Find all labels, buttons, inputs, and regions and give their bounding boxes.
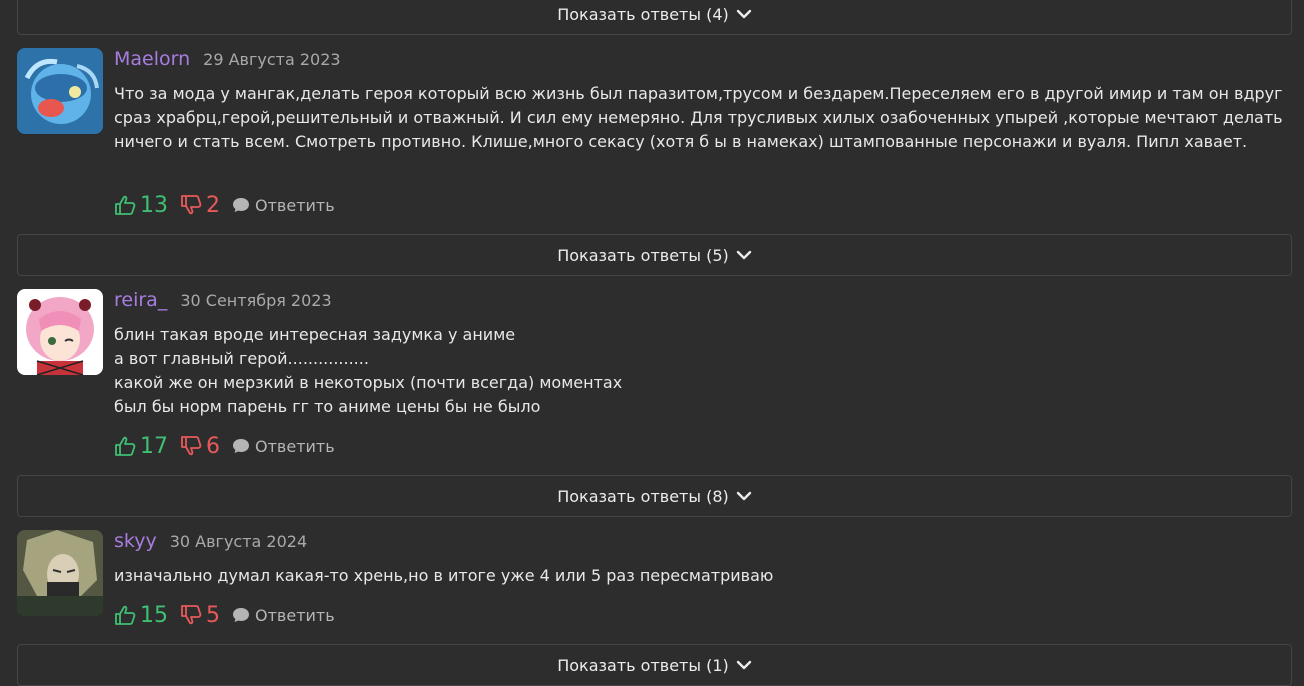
- show-replies-label: Показать ответы (5): [557, 245, 729, 265]
- show-replies-button[interactable]: Показать ответы (8): [17, 475, 1292, 517]
- username[interactable]: reira_: [114, 289, 167, 311]
- username[interactable]: skyy: [114, 530, 157, 552]
- speech-bubble-icon: [233, 198, 249, 212]
- show-replies-label: Показать ответы (4): [557, 4, 729, 24]
- show-replies-label: Показать ответы (8): [557, 486, 729, 506]
- reply-label: Ответить: [255, 195, 335, 215]
- chevron-down-icon: [736, 660, 751, 670]
- thumb-up-icon: [115, 436, 136, 456]
- reply-button[interactable]: Ответить: [232, 606, 335, 625]
- like-count: 17: [140, 433, 168, 459]
- reply-label: Ответить: [255, 605, 335, 625]
- like-button[interactable]: 13: [114, 193, 168, 218]
- show-replies-label: Показать ответы (1): [557, 655, 729, 675]
- dislike-count: 2: [206, 192, 220, 218]
- like-button[interactable]: 15: [114, 603, 168, 628]
- speech-bubble-icon: [233, 608, 249, 622]
- avatar[interactable]: [17, 289, 103, 375]
- show-replies-button[interactable]: Показать ответы (1): [17, 644, 1292, 686]
- show-replies-button[interactable]: Показать ответы (5): [17, 234, 1292, 276]
- comment-date: 30 Сентября 2023: [180, 291, 332, 310]
- chevron-down-icon: [736, 250, 751, 260]
- dislike-count: 6: [206, 433, 220, 459]
- like-count: 15: [140, 602, 168, 628]
- avatar[interactable]: [17, 530, 103, 616]
- dislike-button[interactable]: 2: [180, 193, 220, 218]
- thumb-down-icon: [181, 436, 202, 456]
- thumb-up-icon: [115, 195, 136, 215]
- like-count: 13: [140, 192, 168, 218]
- reply-button[interactable]: Ответить: [232, 437, 335, 456]
- comment-actions: 13 2 Ответить: [114, 191, 335, 219]
- comment-text: блин такая вроде интересная задумка у ан…: [114, 325, 623, 416]
- avatar[interactable]: [17, 48, 103, 134]
- reply-label: Ответить: [255, 436, 335, 456]
- reply-button[interactable]: Ответить: [232, 196, 335, 215]
- thumb-up-icon: [115, 605, 136, 625]
- comment-text: изначально думал какая-то хрень,но в ито…: [114, 566, 774, 585]
- dislike-button[interactable]: 6: [180, 434, 220, 459]
- chevron-down-icon: [736, 9, 751, 19]
- dislike-count: 5: [206, 602, 220, 628]
- dislike-button[interactable]: 5: [180, 603, 220, 628]
- comment-text: Что за мода у мангак,делать героя которы…: [114, 84, 1283, 151]
- show-replies-button[interactable]: Показать ответы (4): [17, 0, 1292, 35]
- thumb-down-icon: [181, 195, 202, 215]
- like-button[interactable]: 17: [114, 434, 168, 459]
- comments-section: Показать ответы (4) Maelorn 29 Августа 2…: [0, 0, 1304, 686]
- comment-actions: 15 5 Ответить: [114, 601, 335, 629]
- thumb-down-icon: [181, 605, 202, 625]
- comment-actions: 17 6 Ответить: [114, 432, 335, 460]
- comment-date: 30 Августа 2024: [169, 532, 308, 551]
- speech-bubble-icon: [233, 439, 249, 453]
- comment-date: 29 Августа 2023: [203, 50, 341, 69]
- chevron-down-icon: [736, 491, 751, 501]
- username[interactable]: Maelorn: [114, 48, 190, 70]
